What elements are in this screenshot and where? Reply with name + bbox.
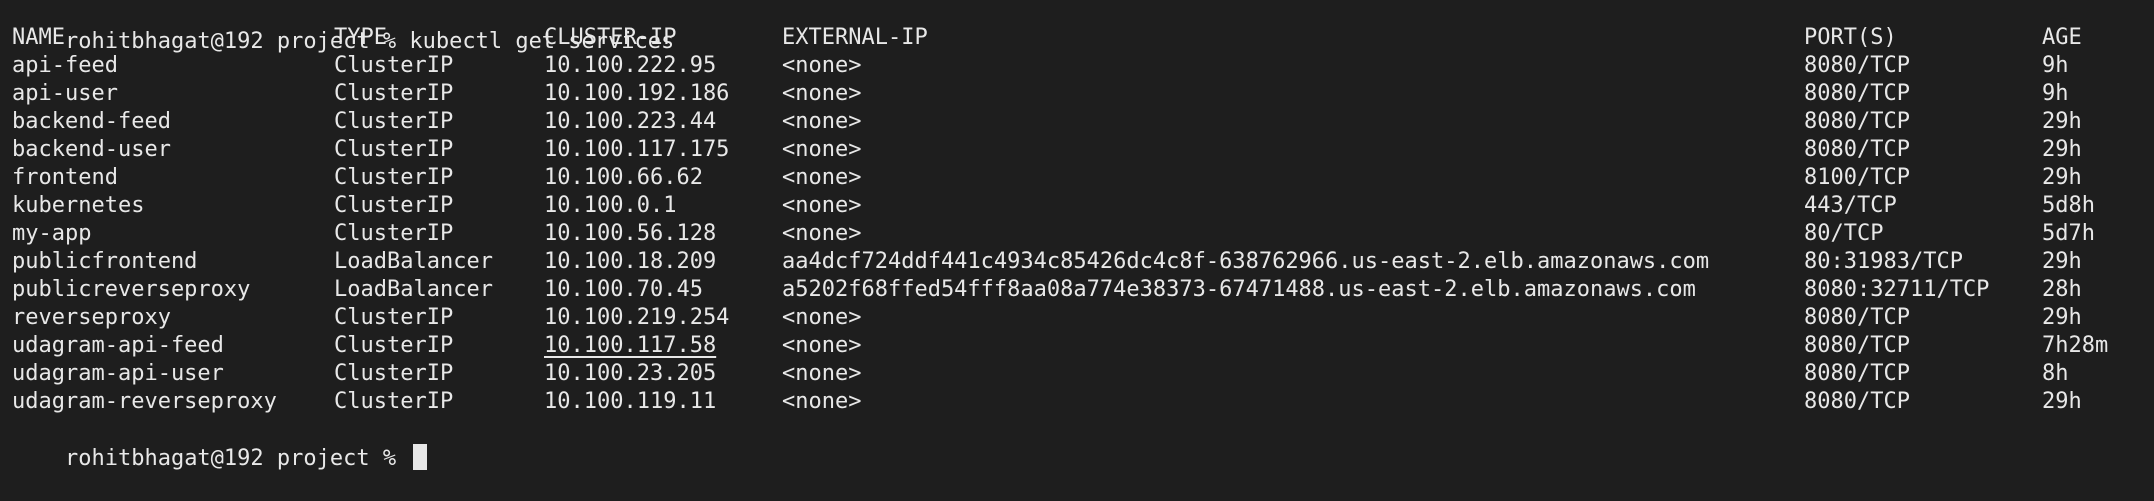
service-cluster-ip: 10.100.223.44 [544, 109, 717, 134]
terminal-window[interactable]: rohitbhagat@192 project % kubectl get se… [0, 0, 2154, 471]
service-ports: 8080/TCP [1804, 389, 1910, 414]
service-cluster-ip: 10.100.0.1 [544, 193, 677, 218]
service-age: 29h [2042, 249, 2082, 274]
service-ports: 8080/TCP [1804, 305, 1910, 330]
service-age: 5d8h [2042, 193, 2095, 218]
service-type: ClusterIP [334, 221, 454, 246]
service-age: 29h [2042, 165, 2082, 190]
service-name: udagram-reverseproxy [12, 389, 277, 414]
service-cluster-ip: 10.100.56.128 [544, 221, 717, 246]
service-type: ClusterIP [334, 165, 454, 190]
service-age: 29h [2042, 137, 2082, 162]
service-cluster-ip: 10.100.222.95 [544, 53, 717, 78]
service-name: backend-user [12, 137, 171, 162]
service-cluster-ip: 10.100.117.58 [544, 333, 717, 358]
service-cluster-ip: 10.100.23.205 [544, 361, 717, 386]
service-external-ip: aa4dcf724ddf441c4934c85426dc4c8f-6387629… [782, 249, 1710, 274]
service-name: publicreverseproxy [12, 277, 251, 302]
service-cluster-ip: 10.100.18.209 [544, 249, 717, 274]
service-external-ip: <none> [782, 389, 862, 414]
shell-prompt: rohitbhagat@192 project % [64, 446, 410, 471]
service-age: 28h [2042, 277, 2082, 302]
service-cluster-ip: 10.100.192.186 [544, 81, 730, 106]
header-name: NAME [12, 25, 65, 50]
service-cluster-ip: 10.100.119.11 [544, 389, 717, 414]
service-name: udagram-api-user [12, 361, 224, 386]
service-ports: 8080/TCP [1804, 333, 1910, 358]
service-ports: 8080/TCP [1804, 53, 1910, 78]
table-header: NAME TYPE CLUSTER-IP EXTERNAL-IP PORT(S)… [12, 24, 2082, 52]
service-cluster-ip: 10.100.70.45 [544, 277, 703, 302]
service-type: ClusterIP [334, 53, 454, 78]
service-type: ClusterIP [334, 361, 454, 386]
service-name: api-user [12, 81, 118, 106]
service-age: 29h [2042, 305, 2082, 330]
service-type: ClusterIP [334, 81, 454, 106]
service-external-ip: <none> [782, 137, 862, 162]
service-external-ip: <none> [782, 109, 862, 134]
service-ports: 8080/TCP [1804, 137, 1910, 162]
service-ports: 80/TCP [1804, 221, 1884, 246]
service-ports: 8100/TCP [1804, 165, 1910, 190]
service-age: 5d7h [2042, 221, 2095, 246]
service-ports: 443/TCP [1804, 193, 1897, 218]
service-external-ip: <none> [782, 81, 862, 106]
service-age: 29h [2042, 389, 2082, 414]
service-external-ip: <none> [782, 53, 862, 78]
service-ports: 80:31983/TCP [1804, 249, 1963, 274]
service-external-ip: <none> [782, 221, 862, 246]
service-name: my-app [12, 221, 92, 246]
service-cluster-ip: 10.100.117.175 [544, 137, 730, 162]
service-type: ClusterIP [334, 333, 454, 358]
service-name: api-feed [12, 53, 118, 78]
service-ports: 8080/TCP [1804, 81, 1910, 106]
service-external-ip: <none> [782, 165, 862, 190]
service-name: reverseproxy [12, 305, 171, 330]
service-external-ip: <none> [782, 361, 862, 386]
service-age: 9h [2042, 53, 2069, 78]
header-external-ip: EXTERNAL-IP [782, 25, 928, 50]
service-type: LoadBalancer [334, 249, 493, 274]
header-cluster-ip: CLUSTER-IP [544, 25, 677, 50]
service-external-ip: <none> [782, 333, 862, 358]
service-type: ClusterIP [334, 109, 454, 134]
service-age: 29h [2042, 109, 2082, 134]
service-name: frontend [12, 165, 118, 190]
service-name: udagram-api-feed [12, 333, 224, 358]
header-type: TYPE [334, 25, 387, 50]
service-ports: 8080/TCP [1804, 361, 1910, 386]
service-type: ClusterIP [334, 193, 454, 218]
service-type: LoadBalancer [334, 277, 493, 302]
service-name: publicfrontend [12, 249, 198, 274]
service-age: 7h28m [2042, 333, 2109, 358]
service-cluster-ip: 10.100.219.254 [544, 305, 730, 330]
header-ports: PORT(S) [1804, 25, 1897, 50]
service-name: kubernetes [12, 193, 145, 218]
service-type: ClusterIP [334, 137, 454, 162]
service-ports: 8080/TCP [1804, 109, 1910, 134]
service-type: ClusterIP [334, 305, 454, 330]
final-prompt-line[interactable]: rohitbhagat@192 project % [12, 416, 428, 471]
service-type: ClusterIP [334, 389, 454, 414]
service-external-ip: a5202f68ffed54fff8aa08a774e38373-6747148… [782, 277, 1696, 302]
header-age: AGE [2042, 25, 2082, 50]
service-cluster-ip: 10.100.66.62 [544, 165, 703, 190]
service-external-ip: <none> [782, 305, 862, 330]
service-ports: 8080:32711/TCP [1804, 277, 1990, 302]
service-age: 9h [2042, 81, 2069, 106]
service-name: backend-feed [12, 109, 171, 134]
service-age: 8h [2042, 361, 2069, 386]
service-external-ip: <none> [782, 193, 862, 218]
